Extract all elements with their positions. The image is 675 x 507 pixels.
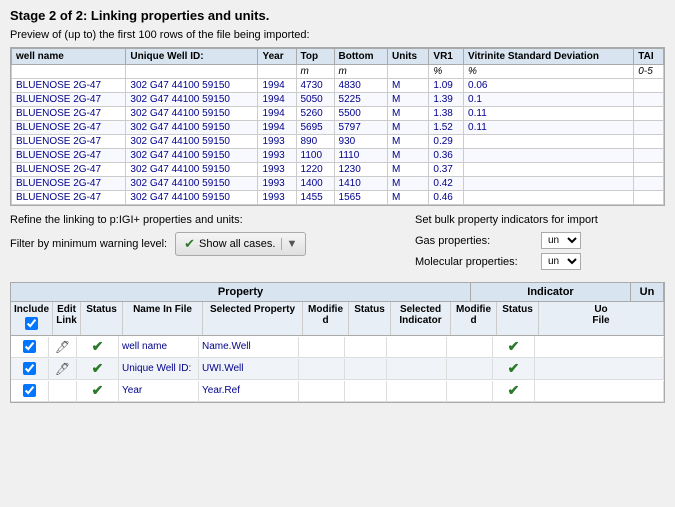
unit-check-icon: ✔ [508,338,520,355]
cell-unit-status: ✔ [493,358,535,379]
include-checkbox[interactable] [23,384,36,397]
col-modified-header: Modified [303,302,349,335]
cell-include [11,381,49,401]
dropdown-arrow-icon[interactable]: ▼ [281,238,297,250]
unit-check-icon: ✔ [508,382,520,399]
col-name-header: Name In File [123,302,203,335]
preview-table-container: well nameUnique Well ID:YearTopBottomUni… [10,47,665,206]
include-checkbox[interactable] [23,362,36,375]
cell-unit-file [535,381,664,401]
indicator-section-header: Indicator [471,283,631,301]
table-row: ✔ Year Year.Ref ✔ [11,380,664,402]
col-unit-status-header: Status [497,302,539,335]
cell-edit[interactable]: 🖊 [49,359,77,379]
cell-unit-file [535,337,664,357]
cell-modified [299,337,345,357]
cell-ind-status [345,359,387,379]
cell-unit-status: ✔ [493,380,535,401]
cell-modified [299,359,345,379]
col-ind-modified-header: Modified [451,302,497,335]
linking-table: Property Indicator Un Include EditLink S… [10,282,665,403]
cell-selected-property: Name.Well [199,337,299,357]
unit-check-icon: ✔ [508,360,520,377]
cell-name: Year [119,381,199,401]
include-checkbox[interactable] [23,340,36,353]
cell-ind-selected [387,337,447,357]
cell-unit-status: ✔ [493,336,535,357]
gas-label: Gas properties: [415,235,535,247]
cell-ind-modified [447,359,493,379]
col-header-row: Include EditLink Status Name In File Sel… [11,302,664,336]
cell-edit[interactable] [49,381,77,401]
cell-include [11,337,49,357]
gas-select[interactable]: un [541,232,581,249]
status-check-icon: ✔ [92,338,104,355]
col-edit-header: EditLink [53,302,81,335]
page-title: Stage 2 of 2: Linking properties and uni… [10,8,665,23]
cell-unit-file [535,359,664,379]
cell-status: ✔ [77,358,119,379]
refine-label: Refine the linking to p:IGI+ properties … [10,214,415,226]
col-unit-file-header: UoFile [539,302,664,335]
edit-icon: 🖊 [55,362,70,376]
molecular-label: Molecular properties: [415,256,535,268]
cell-ind-status [345,381,387,401]
cell-edit[interactable]: 🖊 [49,337,77,357]
cell-ind-selected [387,381,447,401]
property-section-header: Property [11,283,471,301]
include-all-checkbox[interactable] [25,317,38,330]
cell-name: well name [119,337,199,357]
edit-icon: 🖊 [55,340,70,354]
table-row: 🖊 ✔ well name Name.Well ✔ [11,336,664,358]
col-ind-selected-header: SelectedIndicator [391,302,451,335]
filter-label: Filter by minimum warning level: [10,238,167,250]
col-ind-status-header: Status [349,302,391,335]
cell-ind-modified [447,337,493,357]
col-status-header: Status [81,302,123,335]
units-section-header: Un [631,283,664,301]
cell-selected-property: UWI.Well [199,359,299,379]
cell-status: ✔ [77,336,119,357]
cell-ind-selected [387,359,447,379]
molecular-select[interactable]: un [541,253,581,270]
show-cases-label: Show all cases. [199,238,275,250]
bulk-label: Set bulk property indicators for import [415,214,665,226]
cell-ind-status [345,337,387,357]
status-check-icon: ✔ [92,360,104,377]
status-check-icon: ✔ [92,382,104,399]
subtitle: Preview of (up to) the first 100 rows of… [10,29,665,41]
check-icon: ✔ [184,236,195,252]
cell-name: Unique Well ID: [119,359,199,379]
preview-table: well nameUnique Well ID:YearTopBottomUni… [11,48,664,205]
cell-selected-property: Year.Ref [199,381,299,401]
cell-status: ✔ [77,380,119,401]
col-selected-header: Selected Property [203,302,303,335]
show-cases-button[interactable]: ✔ Show all cases. ▼ [175,232,306,256]
cell-ind-modified [447,381,493,401]
table-row: 🖊 ✔ Unique Well ID: UWI.Well ✔ [11,358,664,380]
cell-include [11,359,49,379]
col-include-header: Include [11,302,53,335]
cell-modified [299,381,345,401]
